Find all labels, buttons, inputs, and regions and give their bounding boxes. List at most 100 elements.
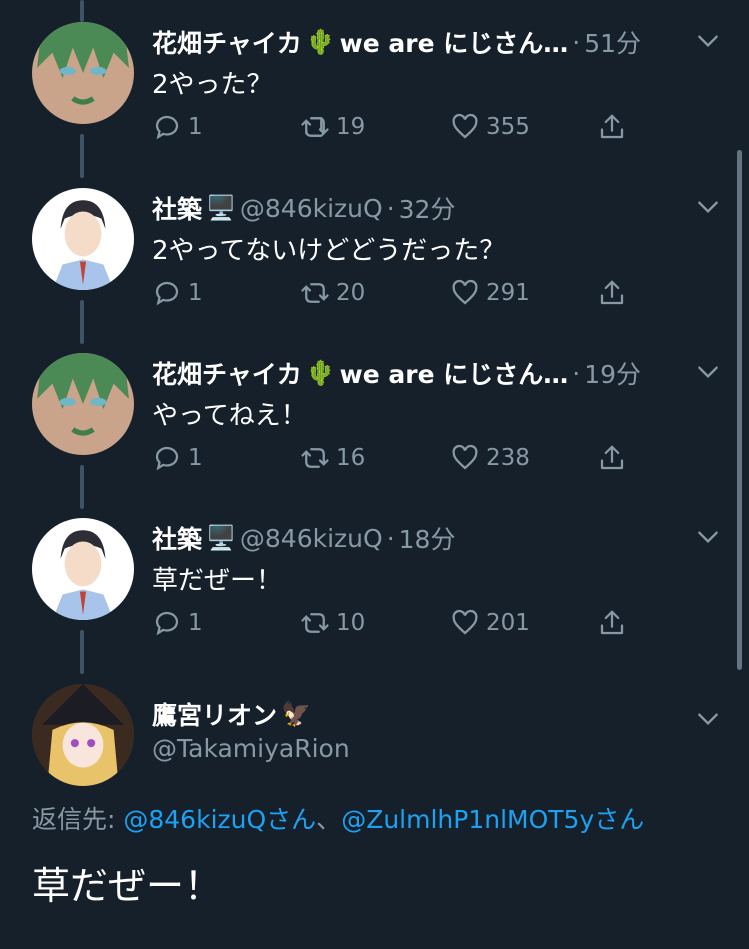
reply-button[interactable]: 1 — [152, 278, 203, 308]
eagle-icon: 🦅 — [281, 700, 311, 728]
retweet-button[interactable]: 10 — [300, 608, 365, 638]
tweet-header: 社築 🖥️ @846kizuQ · 18分 — [152, 518, 679, 558]
separator-dot: · — [386, 523, 395, 553]
share-button[interactable] — [597, 443, 633, 473]
reply-count: 1 — [188, 445, 203, 471]
author-name[interactable]: 花畑チャイカ — [152, 24, 302, 60]
reply-to-label: 返信先: — [32, 805, 124, 834]
retweet-button[interactable]: 16 — [300, 443, 365, 473]
reply-count: 1 — [188, 610, 203, 636]
scrollbar[interactable] — [737, 150, 742, 670]
reply-icon — [155, 115, 179, 140]
action-bar: 1 16 238 — [152, 443, 642, 483]
action-bar: 1 19 355 — [152, 112, 642, 152]
tweet-text: 草だぜー！ — [32, 864, 223, 908]
tweet-text: 2やった？ — [152, 70, 273, 100]
separator-dot: · — [572, 27, 581, 57]
share-icon — [600, 280, 624, 305]
like-button[interactable]: 355 — [450, 112, 530, 142]
chevron-down-icon[interactable] — [695, 359, 721, 385]
share-button[interactable] — [597, 112, 633, 142]
like-icon — [452, 279, 478, 305]
tweet[interactable]: 社築 🖥️ @846kizuQ · 32分 2やってないけどどうだった？ 1 2… — [0, 178, 749, 338]
reply-to-link[interactable]: @ZulmlhP1nlMOT5yさん — [341, 805, 644, 834]
retweet-button[interactable]: 19 — [300, 112, 365, 142]
timestamp[interactable]: 18分 — [399, 520, 456, 556]
avatar[interactable] — [32, 353, 134, 455]
avatar[interactable] — [32, 684, 134, 786]
like-button[interactable]: 201 — [450, 608, 530, 638]
action-bar: 1 10 201 — [152, 608, 642, 648]
author-name[interactable]: 花畑チャイカ — [152, 355, 302, 391]
tweet-text: 2やってないけどどうだった？ — [152, 236, 506, 266]
timestamp[interactable]: 32分 — [399, 190, 456, 226]
tweet-header: 花畑チャイカ 🌵 we are にじさん… · 19分 — [152, 353, 679, 393]
retweet-icon — [301, 613, 329, 633]
reply-icon — [155, 611, 179, 636]
like-button[interactable]: 291 — [450, 278, 530, 308]
cactus-icon: 🌵 — [305, 359, 336, 387]
retweet-icon — [301, 117, 329, 137]
reply-icon — [155, 281, 179, 306]
share-button[interactable] — [597, 608, 633, 638]
avatar[interactable] — [32, 518, 134, 620]
reply-button[interactable]: 1 — [152, 443, 203, 473]
reply-separator: 、 — [316, 805, 342, 834]
retweet-button[interactable]: 20 — [300, 278, 365, 308]
chevron-down-icon[interactable] — [695, 524, 721, 550]
author-handle[interactable]: @846kizuQ — [240, 194, 383, 223]
reply-to-link[interactable]: @846kizuQさん — [123, 805, 316, 834]
like-icon — [452, 609, 478, 635]
author-line: 鷹宮リオン 🦅 — [152, 696, 315, 732]
tweet-header: 社築 🖥️ @846kizuQ · 32分 — [152, 188, 679, 228]
author-name[interactable]: 社築 — [152, 520, 202, 556]
chevron-down-icon[interactable] — [695, 194, 721, 220]
like-icon — [452, 113, 478, 139]
timestamp[interactable]: 51分 — [584, 24, 641, 60]
like-count: 291 — [486, 280, 530, 306]
retweet-count: 10 — [336, 610, 366, 636]
author-name-suffix[interactable]: we are にじさん… — [340, 355, 569, 391]
share-icon — [600, 445, 624, 470]
author-name[interactable]: 社築 — [152, 190, 202, 226]
cactus-icon: 🌵 — [305, 28, 336, 56]
like-button[interactable]: 238 — [450, 443, 530, 473]
reply-to-line: 返信先: @846kizuQさん、@ZulmlhP1nlMOT5yさん — [32, 800, 644, 836]
retweet-count: 16 — [336, 445, 366, 471]
tweet-text: やってねえ！ — [152, 401, 307, 431]
reply-button[interactable]: 1 — [152, 112, 203, 142]
chevron-down-icon[interactable] — [695, 706, 721, 732]
action-bar: 1 20 291 — [152, 278, 642, 318]
tweet-text: 草だぜー！ — [152, 566, 283, 596]
separator-dot: · — [572, 358, 581, 388]
reply-count: 1 — [188, 114, 203, 140]
like-icon — [452, 444, 478, 470]
author-handle[interactable]: @TakamiyaRion — [152, 734, 350, 763]
avatar[interactable] — [32, 188, 134, 290]
reply-button[interactable]: 1 — [152, 608, 203, 638]
tweet[interactable]: 社築 🖥️ @846kizuQ · 18分 草だぜー！ 1 10 201 — [0, 508, 749, 668]
tweet[interactable]: 花畑チャイカ 🌵 we are にじさん… · 51分 2やった？ 1 19 3… — [0, 12, 749, 172]
share-icon — [600, 610, 624, 635]
like-count: 355 — [486, 114, 530, 140]
tweet-header: 花畑チャイカ 🌵 we are にじさん… · 51分 — [152, 22, 679, 62]
author-name-suffix[interactable]: we are にじさん… — [340, 24, 569, 60]
avatar[interactable] — [32, 22, 134, 124]
desktop-icon: 🖥️ — [206, 194, 236, 222]
retweet-count: 19 — [336, 114, 366, 140]
reply-count: 1 — [188, 280, 203, 306]
retweet-count: 20 — [336, 280, 366, 306]
author-handle[interactable]: @846kizuQ — [240, 524, 383, 553]
share-icon — [600, 114, 624, 139]
timestamp[interactable]: 19分 — [584, 355, 641, 391]
like-count: 201 — [486, 610, 530, 636]
separator-dot: · — [386, 193, 395, 223]
chevron-down-icon[interactable] — [695, 28, 721, 54]
author-name[interactable]: 鷹宮リオン — [152, 696, 277, 732]
share-button[interactable] — [597, 278, 633, 308]
tweet[interactable]: 花畑チャイカ 🌵 we are にじさん… · 19分 やってねえ！ 1 16 … — [0, 343, 749, 503]
desktop-icon: 🖥️ — [206, 524, 236, 552]
reply-icon — [155, 446, 179, 471]
retweet-icon — [301, 448, 329, 468]
retweet-icon — [301, 283, 329, 303]
